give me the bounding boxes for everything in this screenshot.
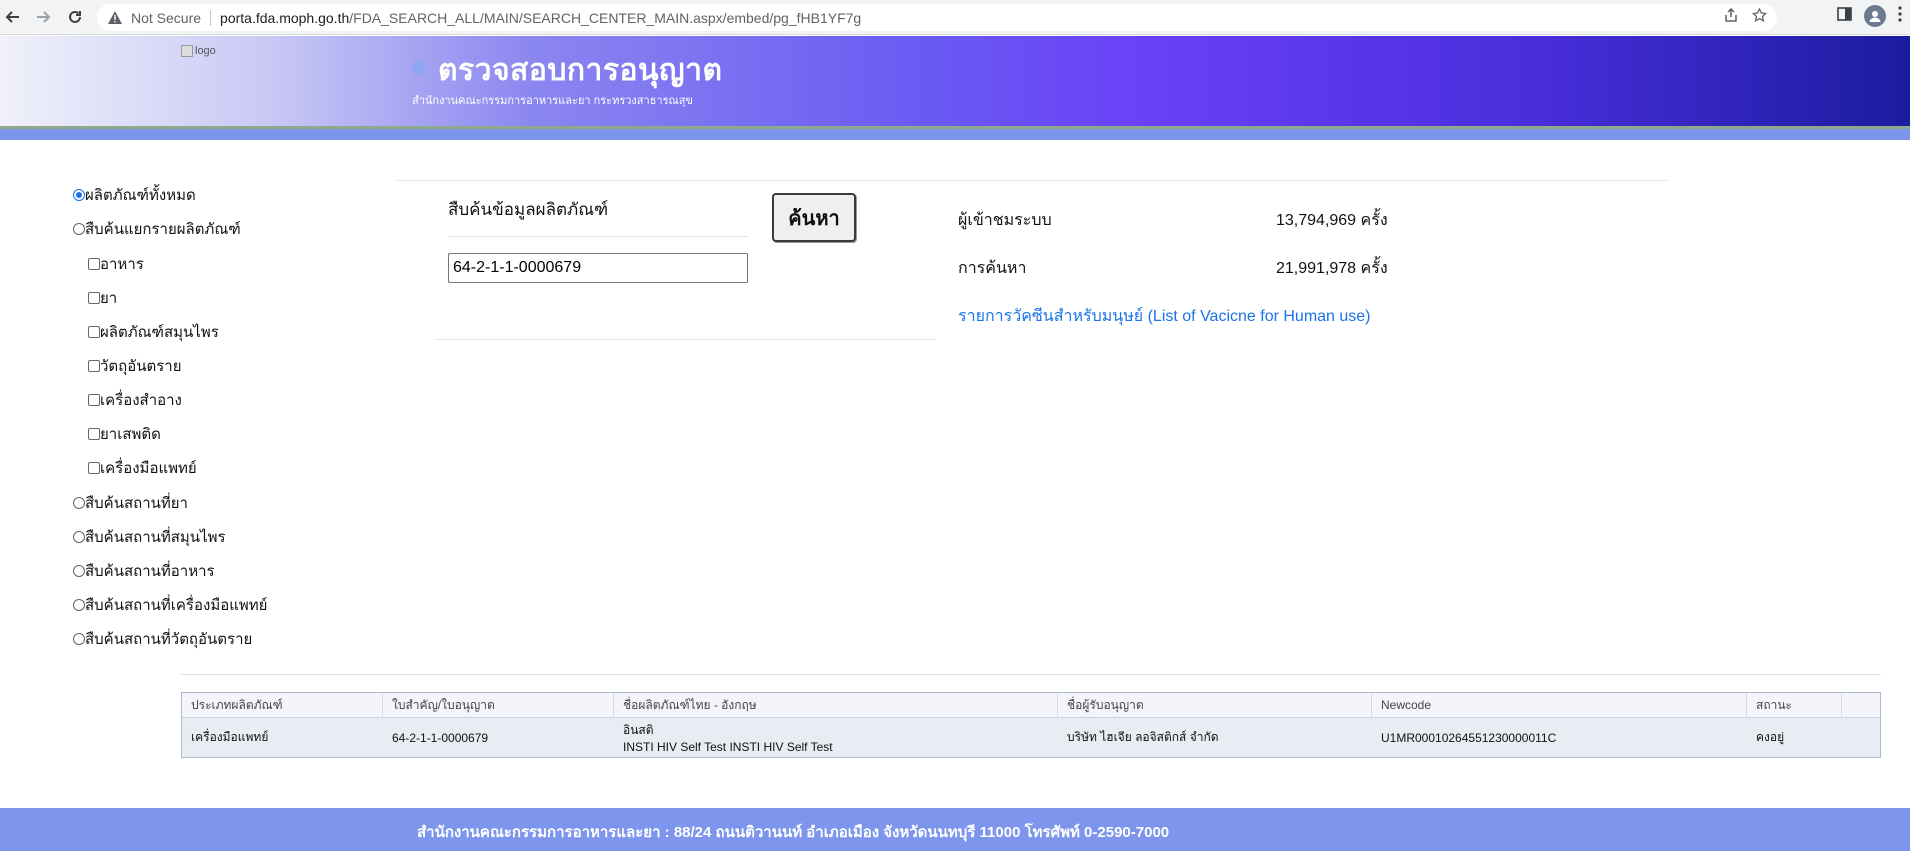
- checkbox[interactable]: [88, 394, 100, 406]
- product-name-english: INSTI HIV Self Test INSTI HIV Self Test: [623, 740, 833, 754]
- security-label[interactable]: Not Secure: [131, 10, 201, 26]
- radio-label: สืบค้นสถานที่สมุนไพร: [85, 529, 226, 546]
- searches-count: 21,991,978 ครั้ง: [1276, 260, 1388, 277]
- radio-all-products[interactable]: ผลิตภัณฑ์ทั้งหมด: [73, 183, 196, 207]
- radio-label: สืบค้นแยกรายผลิตภัณฑ์: [85, 221, 241, 238]
- share-icon[interactable]: [1724, 7, 1738, 27]
- radio-place-food[interactable]: สืบค้นสถานที่อาหาร: [73, 559, 215, 583]
- page-title: ตรวจสอบการอนุญาต: [438, 54, 723, 87]
- column-header-product-name[interactable]: ชื่อผลิตภัณฑ์ไทย - อังกฤษ: [614, 693, 1058, 718]
- column-header-newcode[interactable]: Newcode: [1372, 693, 1747, 718]
- reload-icon[interactable]: [63, 5, 87, 29]
- side-panel-icon[interactable]: [1837, 6, 1852, 26]
- visitors-count: 13,794,969 ครั้ง: [1276, 212, 1388, 229]
- header-bullet-icon: [412, 60, 426, 74]
- checkbox-medical-device[interactable]: เครื่องมือแพทย์: [88, 456, 197, 480]
- forward-arrow-icon[interactable]: [32, 5, 56, 29]
- footer-address: สำนักงานคณะกรรมการอาหารและยา : 88/24 ถนน…: [417, 824, 1170, 841]
- radio-label: สืบค้นสถานที่ยา: [85, 495, 188, 512]
- checkbox-label: ผลิตภัณฑ์สมุนไพร: [100, 324, 219, 341]
- profile-avatar-icon[interactable]: [1864, 5, 1886, 27]
- radio-label: สืบค้นสถานที่วัตถุอันตราย: [85, 631, 253, 648]
- search-input[interactable]: [448, 253, 748, 283]
- footer: สำนักงานคณะกรรมการอาหารและยา : 88/24 ถนน…: [0, 808, 1910, 851]
- bookmark-star-icon[interactable]: [1751, 7, 1768, 27]
- divider: [397, 180, 1667, 181]
- checkbox[interactable]: [88, 326, 100, 338]
- checkbox[interactable]: [88, 428, 100, 440]
- checkbox-cosmetic[interactable]: เครื่องสำอาง: [88, 388, 182, 412]
- checkbox-label: ยาเสพติด: [100, 426, 161, 443]
- searches-label: การค้นหา: [958, 260, 1027, 277]
- checkbox-label: เครื่องมือแพทย์: [100, 460, 197, 477]
- radio-button[interactable]: [73, 531, 85, 543]
- back-arrow-icon[interactable]: [0, 5, 24, 29]
- site-header: logo ตรวจสอบการอนุญาต สำนักงานคณะกรรมการ…: [0, 36, 1910, 126]
- column-header-type[interactable]: ประเภทผลิตภัณฑ์: [182, 693, 383, 718]
- checkbox[interactable]: [88, 462, 100, 474]
- header-divider-blue: [0, 129, 1910, 140]
- radio-place-hazardous[interactable]: สืบค้นสถานที่วัตถุอันตราย: [73, 627, 252, 651]
- checkbox-drug[interactable]: ยา: [88, 286, 117, 310]
- search-button[interactable]: ค้นหา: [772, 193, 856, 242]
- checkbox-food[interactable]: อาหาร: [88, 252, 144, 276]
- checkbox-label: อาหาร: [100, 256, 144, 273]
- checkbox-narcotic[interactable]: ยาเสพติด: [88, 422, 161, 446]
- radio-button[interactable]: [73, 497, 85, 509]
- radio-label: สืบค้นสถานที่อาหาร: [85, 563, 215, 580]
- radio-button[interactable]: [73, 599, 85, 611]
- results-table: ประเภทผลิตภัณฑ์ ใบสำคัญ/ใบอนุญาต ชื่อผลิ…: [181, 692, 1881, 758]
- checkbox[interactable]: [88, 258, 100, 270]
- url-path: /FDA_SEARCH_ALL/MAIN/SEARCH_CENTER_MAIN.…: [349, 9, 862, 26]
- vaccine-list-link[interactable]: รายการวัคซีนสำหรับมนุษย์ (List of Vacicn…: [958, 304, 1371, 329]
- divider: [435, 339, 935, 340]
- browser-toolbar: Not Secure porta.fda.moph.go.th/FDA_SEAR…: [0, 0, 1910, 35]
- broken-image-icon: [181, 45, 193, 57]
- radio-place-drug[interactable]: สืบค้นสถานที่ยา: [73, 491, 188, 515]
- cell-type: เครื่องมือแพทย์: [191, 730, 269, 744]
- logo-alt-text: logo: [195, 45, 216, 57]
- radio-button[interactable]: [73, 223, 85, 235]
- radio-by-product[interactable]: สืบค้นแยกรายผลิตภัณฑ์: [73, 217, 241, 241]
- radio-button[interactable]: [73, 565, 85, 577]
- checkbox-herbal[interactable]: ผลิตภัณฑ์สมุนไพร: [88, 320, 219, 344]
- page-subtitle: สำนักงานคณะกรรมการอาหารและยา กระทรวงสาธา…: [412, 95, 693, 107]
- table-header-row: ประเภทผลิตภัณฑ์ ใบสำคัญ/ใบอนุญาต ชื่อผลิ…: [182, 693, 1880, 718]
- product-name-thai: อินสติ: [623, 723, 654, 737]
- radio-button-selected[interactable]: [73, 189, 85, 201]
- radio-label: ผลิตภัณฑ์ทั้งหมด: [85, 187, 196, 204]
- column-header-license[interactable]: ใบสำคัญ/ใบอนุญาต: [383, 693, 614, 718]
- divider: [448, 236, 748, 237]
- radio-button[interactable]: [73, 633, 85, 645]
- radio-place-medical-device[interactable]: สืบค้นสถานที่เครื่องมือแพทย์: [73, 593, 267, 617]
- radio-label: สืบค้นสถานที่เครื่องมือแพทย์: [85, 597, 268, 614]
- warning-triangle-icon: [107, 10, 123, 26]
- url-separator: [210, 9, 212, 26]
- more-menu-icon[interactable]: [1898, 5, 1902, 27]
- cell-licensee: บริษัท ไฮเจีย ลอจิสติกส์ จำกัด: [1067, 730, 1219, 744]
- search-label: สืบค้นข้อมูลผลิตภัณฑ์: [448, 200, 609, 219]
- table-row[interactable]: เครื่องมือแพทย์ 64-2-1-1-0000679 อินสติ …: [182, 718, 1880, 757]
- cell-status: คงอยู่: [1756, 730, 1785, 744]
- checkbox-label: เครื่องสำอาง: [100, 392, 182, 409]
- checkbox-hazardous[interactable]: วัตถุอันตราย: [88, 354, 182, 378]
- checkbox-label: ยา: [100, 290, 118, 307]
- column-header-licensee[interactable]: ชื่อผู้รับอนุญาต: [1058, 693, 1372, 718]
- cell-product-name[interactable]: อินสติ INSTI HIV Self Test INSTI HIV Sel…: [614, 718, 1058, 757]
- visitors-label: ผู้เข้าชมระบบ: [958, 212, 1052, 229]
- checkbox[interactable]: [88, 360, 100, 372]
- logo[interactable]: logo: [181, 45, 216, 57]
- column-header-status[interactable]: สถานะ: [1747, 693, 1842, 718]
- url-host: porta.fda.moph.go.th: [220, 9, 350, 26]
- checkbox[interactable]: [88, 292, 100, 304]
- cell-license[interactable]: 64-2-1-1-0000679: [383, 718, 614, 757]
- address-bar[interactable]: Not Secure porta.fda.moph.go.th/FDA_SEAR…: [97, 4, 1777, 31]
- radio-place-herbal[interactable]: สืบค้นสถานที่สมุนไพร: [73, 525, 226, 549]
- divider: [181, 674, 1881, 675]
- checkbox-label: วัตถุอันตราย: [100, 358, 182, 375]
- cell-newcode: U1MR00010264551230000011C: [1381, 730, 1557, 745]
